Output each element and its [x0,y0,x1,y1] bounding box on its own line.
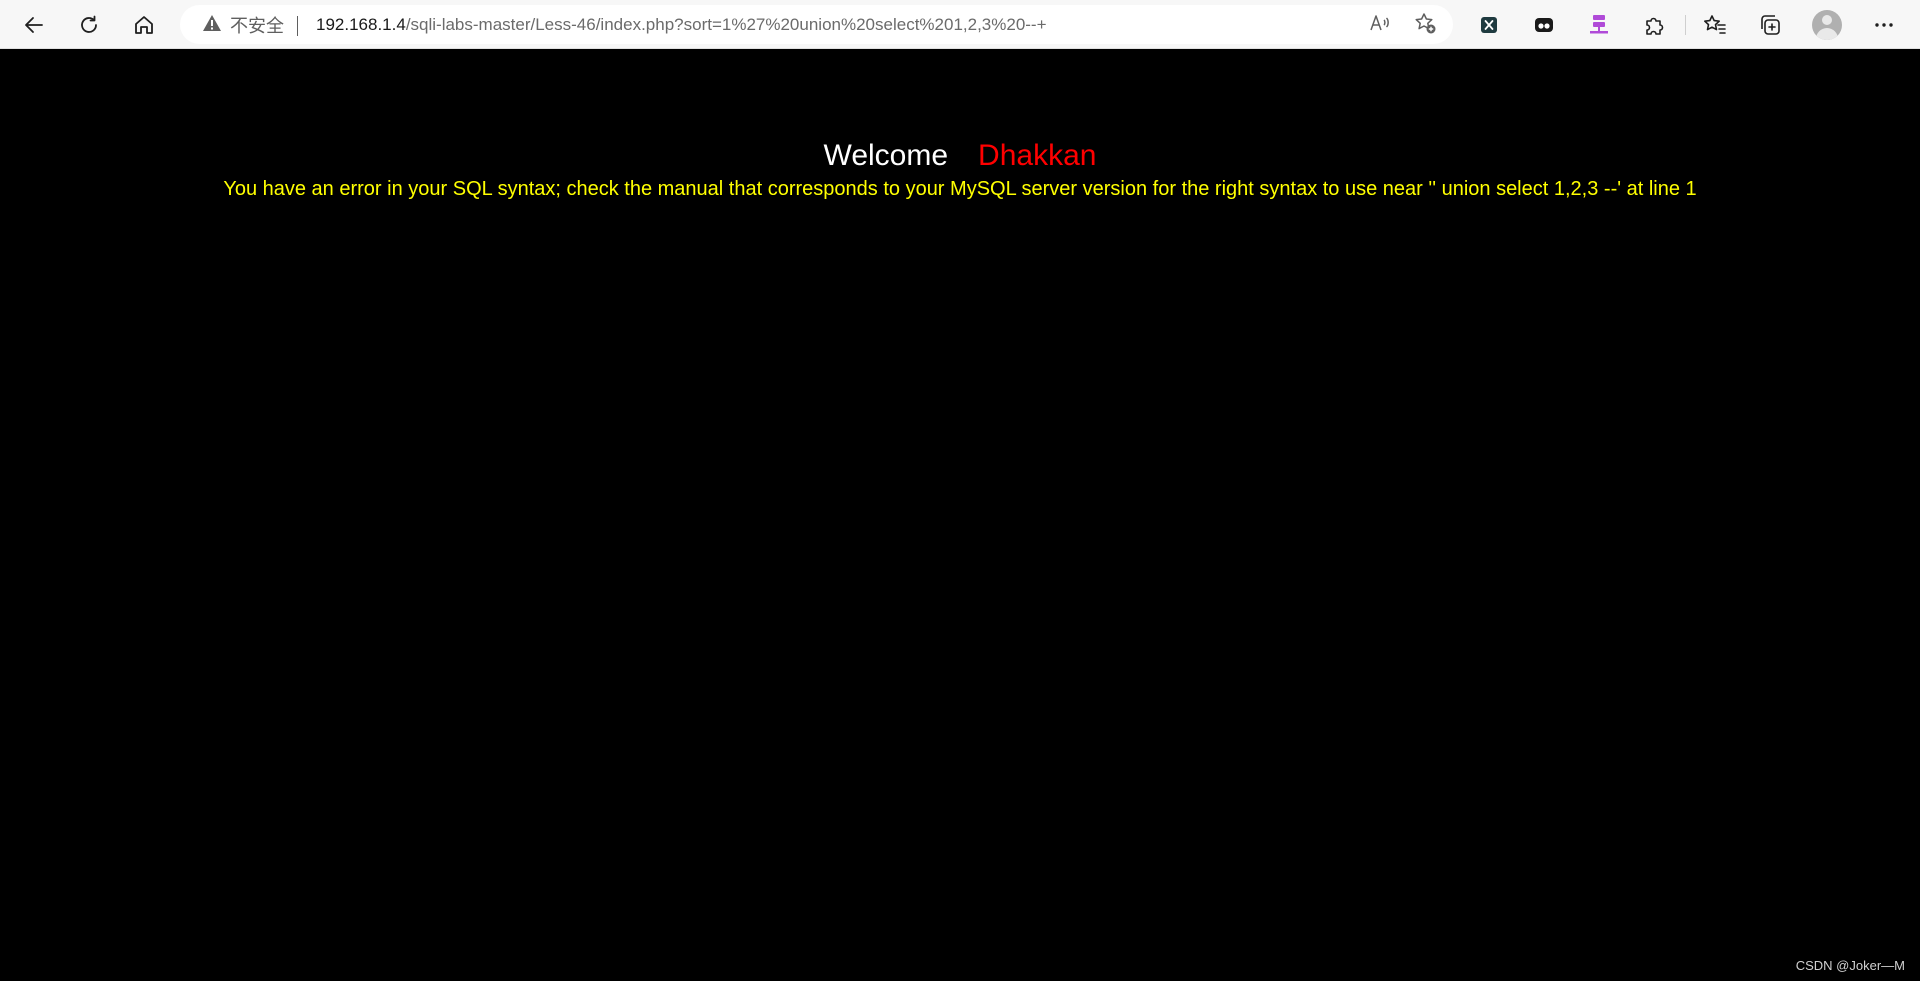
browser-toolbar: 不安全 192.168.1.4/sqli-labs-master/Less-46… [0,0,1920,49]
profile-avatar[interactable] [1812,10,1842,40]
extensions-button[interactable] [1636,7,1672,43]
url-path: /sqli-labs-master/Less-46/index.php?sort… [405,15,1047,34]
url-host: 192.168.1.4 [316,15,406,34]
home-icon [132,13,156,37]
watermark: CSDN @Joker—M [1795,958,1905,973]
excel-extension-button[interactable] [1471,7,1507,43]
refresh-icon [77,13,101,37]
welcome-word: Welcome [823,139,949,172]
url-text[interactable]: 192.168.1.4/sqli-labs-master/Less-46/ind… [316,15,1047,35]
avatar-head [1822,15,1832,25]
welcome-heading: Welcome Dhakkan [0,139,1920,173]
toolbar-separator [1685,15,1686,35]
add-favorite-button[interactable] [1412,12,1438,38]
favorites-button[interactable] [1697,7,1733,43]
more-options-button[interactable] [1866,7,1902,43]
security-warning-label: 不安全 [230,16,284,37]
address-bar[interactable]: 不安全 192.168.1.4/sqli-labs-master/Less-46… [180,5,1453,44]
back-arrow-icon [22,13,46,37]
add-favorite-icon [1413,11,1437,40]
puzzle-extensions-icon [1643,14,1665,36]
hackbar-extension-button[interactable] [1526,7,1562,43]
favorites-icon [1703,13,1727,37]
network-extension-icon [1588,14,1610,36]
home-button[interactable] [126,7,162,43]
hackbar-extension-icon [1533,15,1555,35]
security-warning[interactable]: 不安全 [202,14,284,37]
read-aloud-button[interactable] [1367,12,1393,38]
network-extension-button[interactable] [1581,7,1617,43]
page-content: Welcome Dhakkan You have an error in your… [0,50,1920,981]
avatar-body [1816,28,1838,40]
collections-icon [1758,13,1782,37]
read-aloud-icon [1369,13,1391,38]
collections-button[interactable] [1752,7,1788,43]
address-divider [297,16,298,36]
sql-error-message: You have an error in your SQL syntax; ch… [223,178,1697,200]
excel-extension-icon [1479,15,1499,35]
refresh-button[interactable] [71,7,107,43]
welcome-name: Dhakkan [978,139,1097,172]
back-button[interactable] [16,7,52,43]
warning-triangle-icon [202,14,222,37]
more-options-icon [1873,22,1895,28]
